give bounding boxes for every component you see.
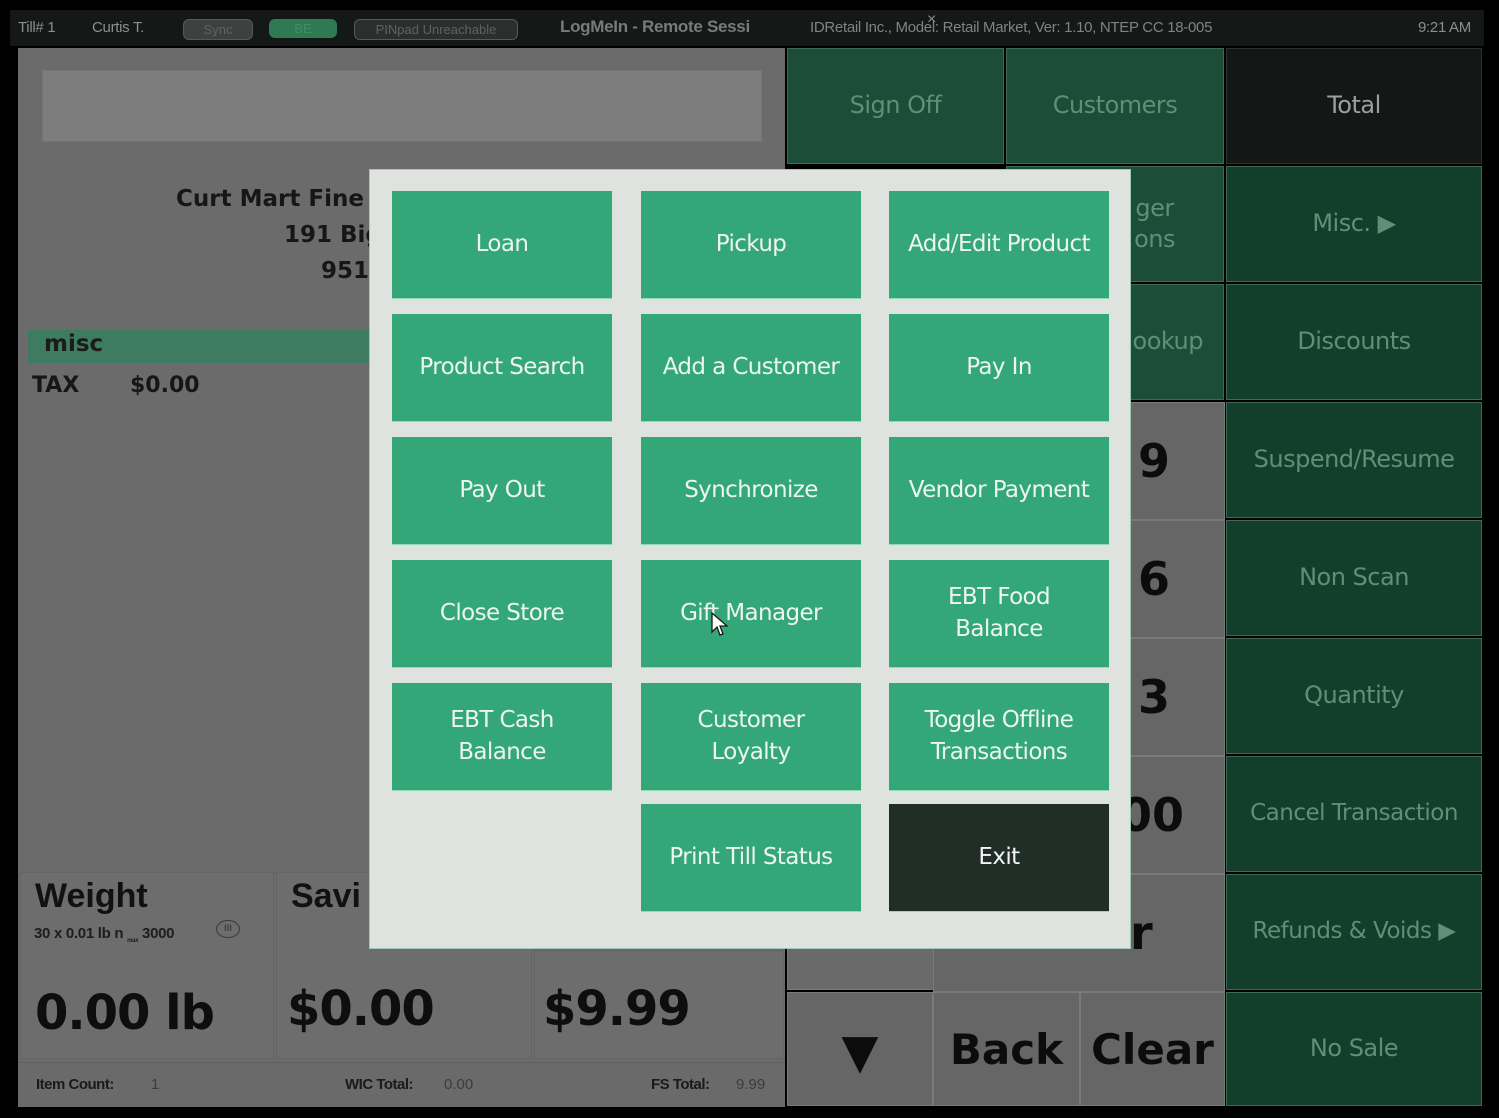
scale-spec-text: 30 x 0.01 lb n (34, 925, 124, 942)
totals-footer: Item Count: 1 WIC Total: 0.00 FS Total: … (18, 1062, 785, 1107)
scan-input[interactable] (42, 70, 762, 142)
total-button[interactable]: Total (1226, 48, 1482, 164)
close-icon[interactable]: × (927, 11, 936, 29)
add-edit-product-button[interactable]: Add/Edit Product (889, 191, 1109, 298)
synchronize-button[interactable]: Synchronize (641, 437, 861, 544)
store-address: 191 Big (284, 222, 382, 248)
print-till-status-button[interactable]: Print Till Status (641, 804, 861, 911)
scale-spec-max: 3000 (142, 925, 175, 942)
clock: 9:21 AM (1418, 19, 1471, 36)
customers-button[interactable]: Customers (1006, 48, 1224, 164)
loan-button[interactable]: Loan (392, 191, 612, 298)
tax-label: TAX (32, 373, 80, 398)
savings-label: Savi (291, 877, 361, 915)
gift-manager-button[interactable]: Gift Manager (641, 560, 861, 667)
pickup-button[interactable]: Pickup (641, 191, 861, 298)
line-item-row[interactable]: misc (28, 330, 388, 363)
tax-value: $0.00 (130, 373, 200, 398)
vendor-payment-button[interactable]: Vendor Payment (889, 437, 1109, 544)
fs-total-label: FS Total: (651, 1076, 710, 1093)
item-count-value: 1 (151, 1076, 160, 1093)
non-scan-button[interactable]: Non Scan (1226, 520, 1482, 636)
quantity-button[interactable]: Quantity (1226, 638, 1482, 754)
cancel-transaction-button[interactable]: Cancel Transaction (1226, 756, 1482, 872)
ebt-food-balance-button[interactable]: EBT Food Balance (889, 560, 1109, 667)
fs-total-value: 9.99 (736, 1076, 766, 1093)
clear-key[interactable]: Clear (1080, 992, 1225, 1106)
weight-label: Weight (35, 877, 148, 915)
weight-value: 0.00 lb (35, 985, 215, 1041)
store-name: Curt Mart Fine F (176, 186, 388, 212)
exit-button[interactable]: Exit (889, 804, 1109, 911)
weight-tile: Weight 30 x 0.01 lb n max 3000 III 0.00 … (20, 872, 274, 1059)
remote-session-title: LogMeIn - Remote Sessi (560, 17, 750, 36)
item-count-label: Item Count: (36, 1076, 114, 1093)
total-value: $9.99 (543, 981, 691, 1037)
sync-badge: Sync (183, 19, 253, 40)
discounts-button[interactable]: Discounts (1226, 284, 1482, 400)
status-bar: Till# 1 Curtis T. Sync BE PINpad Unreach… (10, 10, 1484, 46)
customer-loyalty-button[interactable]: Customer Loyalty (641, 683, 861, 790)
misc-button[interactable]: Misc. ▶ (1226, 166, 1482, 282)
total-tile: $9.99 (534, 950, 784, 1059)
close-store-button[interactable]: Close Store (392, 560, 612, 667)
back-key[interactable]: Back (933, 992, 1080, 1106)
suspend-resume-button[interactable]: Suspend/Resume (1226, 402, 1482, 518)
cashier-name: Curtis T. (92, 19, 145, 36)
refunds-voids-button[interactable]: Refunds & Voids ▶ (1226, 874, 1482, 990)
sign-off-button[interactable]: Sign Off (787, 48, 1004, 164)
mouse-cursor-icon (711, 612, 729, 636)
model-info: IDRetail Inc., Model: Retail Market, Ver… (810, 19, 1213, 36)
pinpad-status-badge: PINpad Unreachable (354, 19, 518, 40)
ebt-cash-balance-button[interactable]: EBT Cash Balance (392, 683, 612, 790)
product-search-button[interactable]: Product Search (392, 314, 612, 421)
no-sale-button[interactable]: No Sale (1226, 992, 1482, 1106)
functions-menu-dialog: Loan Pickup Add/Edit Product Product Sea… (370, 170, 1130, 948)
pay-in-button[interactable]: Pay In (889, 314, 1109, 421)
scale-spec: 30 x 0.01 lb n max 3000 (34, 925, 175, 944)
savings-value: $0.00 (287, 981, 435, 1037)
pay-out-button[interactable]: Pay Out (392, 437, 612, 544)
till-number: Till# 1 (18, 19, 56, 36)
wic-total-value: 0.00 (444, 1076, 474, 1093)
be-badge: BE (269, 19, 337, 38)
down-arrow-icon[interactable]: ▼ (787, 992, 933, 1106)
add-customer-button[interactable]: Add a Customer (641, 314, 861, 421)
line-item-name: misc (44, 331, 104, 357)
scale-spec-max-label: max (127, 938, 139, 944)
accuracy-class-badge: III (216, 920, 240, 938)
toggle-offline-transactions-button[interactable]: Toggle Offline Transactions (889, 683, 1109, 790)
wic-total-label: WIC Total: (345, 1076, 414, 1093)
